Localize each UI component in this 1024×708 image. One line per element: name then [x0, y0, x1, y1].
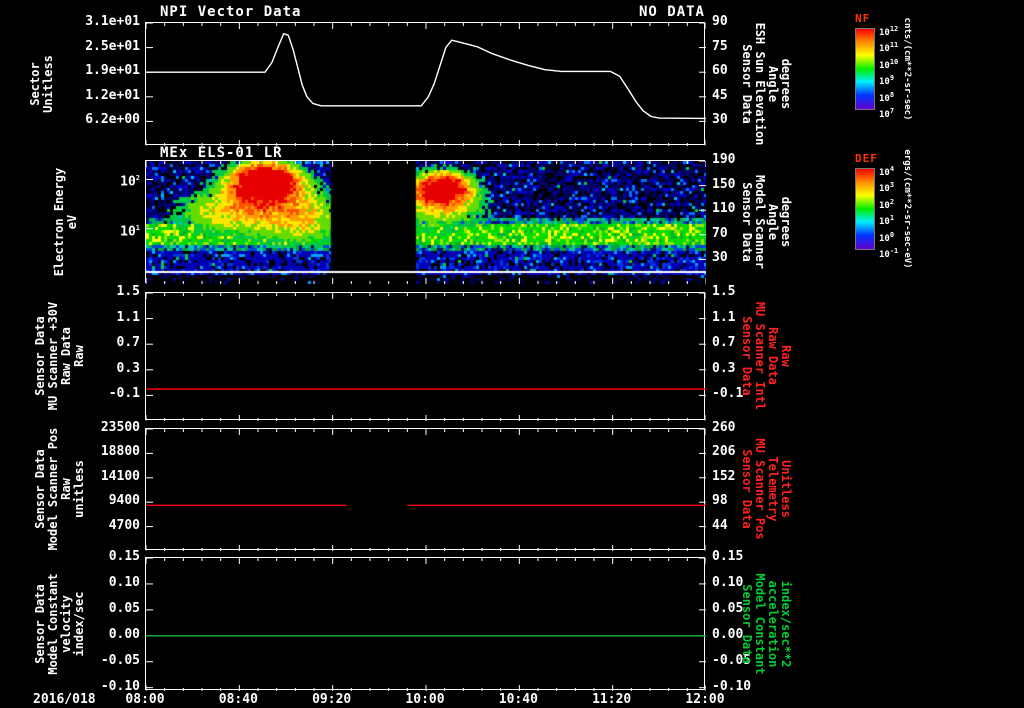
panel1-title: NPI Vector Data	[160, 4, 302, 20]
panel-3-right-axis-label-text: Raw Raw Data MU Scanner Intl Sensor Data	[740, 301, 793, 411]
panel-2-left-axis-label-text: Electron Energy eV	[52, 167, 79, 276]
sun-elevation-angle-line	[146, 32, 706, 120]
panel-5-right-axis-label-text: index/sec**2 acceleration Model Constant…	[740, 572, 793, 675]
panel-1-plot-area	[146, 23, 706, 146]
colorbar-tick-label: 109	[879, 74, 895, 88]
x-tick-label: 12:00	[685, 692, 725, 707]
x-tick-label: 08:40	[218, 692, 258, 707]
date-label: 2016/018	[33, 692, 96, 707]
colorbar-tick-label: 100	[879, 230, 895, 244]
colorbar-tick-label: 1011	[879, 41, 899, 55]
colorbar-gradient-nf	[855, 28, 875, 110]
panel-1-plotbox	[145, 22, 706, 146]
x-tick-label: 09:20	[312, 692, 352, 707]
panel-3-right-tick-label: 1.5	[712, 284, 736, 299]
colorbar-unit-text: ergs/(cm**2-sr-sec-eV)	[902, 149, 912, 269]
colorbar-gradient-def	[855, 168, 875, 250]
panel-3-plot-area	[146, 293, 706, 421]
panel-1-left-axis-label-text: Sector Unitless	[28, 54, 55, 113]
panel-2-plot-area	[146, 161, 706, 284]
panel-1-left-tick-label: 1.9e+01	[85, 63, 140, 79]
no-data-status: NO DATA	[638, 4, 705, 20]
colorbar-title-nf: NF	[855, 12, 871, 25]
panel-4-right-tick-label: 260	[712, 420, 736, 435]
colorbar-tick-label: 1012	[879, 25, 899, 38]
colorbar-title-def: DEF	[855, 152, 878, 165]
panel-4-right-axis-label-text: Unitless Telemetry MU Scanner Pos Sensor…	[740, 438, 793, 540]
colorbar-tick-label: 108	[879, 90, 895, 104]
colorbar-tick-label: 102	[879, 197, 895, 211]
telemetry-quicklook-page: NPI Vector Data NO DATA MEx ELS-01 LR 3.…	[0, 0, 1024, 708]
colorbar-tick-label: 1010	[879, 57, 899, 71]
x-tick-label: 10:40	[498, 692, 538, 707]
colorbar-tick-label: 104	[879, 165, 895, 178]
panel-3-left-axis-label-text: Sensor Data MU Scanner +30V Raw Data Raw	[33, 301, 86, 411]
x-tick-label: 10:00	[405, 692, 445, 707]
panel-1-left-tick-label: 1.2e+01	[85, 87, 140, 103]
colorbar-tick-label: 101	[879, 214, 895, 228]
panel-2-right-tick-label: 190	[712, 152, 736, 167]
panel-4-left-axis-label-text: Sensor Data Model Scanner Pos Raw unitle…	[33, 427, 86, 551]
x-tick-label: 11:20	[592, 692, 632, 707]
panel-2-plotbox	[145, 160, 706, 284]
panel-5-left-tick-label: 0.15	[108, 549, 140, 564]
colorbar-tick-label: 10-1	[879, 247, 899, 260]
panel-3-plotbox	[145, 292, 706, 421]
panel-2-right-axis-label-text: degrees Angle Model Scanner Sensor Data	[740, 174, 793, 269]
panel-1-left-tick-label: 6.2e+00	[85, 112, 140, 128]
colorbar-tick-label: 103	[879, 181, 895, 195]
panel-5-right-tick-label: 0.15	[712, 549, 744, 564]
panel-5-plot-area	[146, 558, 706, 691]
panel2-title: MEx ELS-01 LR	[160, 145, 283, 161]
colorbar-tick-label: 107	[879, 107, 895, 120]
panel-4-plotbox	[145, 428, 706, 551]
x-tick-label: 08:00	[125, 692, 165, 707]
panel-3-left-tick-label: 1.5	[116, 284, 140, 299]
panel-1-left-tick-label: 3.1e+01	[85, 14, 140, 29]
panel-1-right-axis-label-text: degrees Angle ESH Sun Elevation Sensor D…	[740, 22, 793, 145]
panel-1-left-tick-label: 2.5e+01	[85, 38, 140, 54]
panel-5-left-axis-label-text: Sensor Data Model Constant velocity inde…	[33, 572, 86, 675]
colorbar-unit-text: cnts/(cm**2-sr-sec)	[902, 17, 912, 121]
panel-4-plot-area	[146, 429, 706, 551]
panel-5-plotbox	[145, 557, 706, 691]
